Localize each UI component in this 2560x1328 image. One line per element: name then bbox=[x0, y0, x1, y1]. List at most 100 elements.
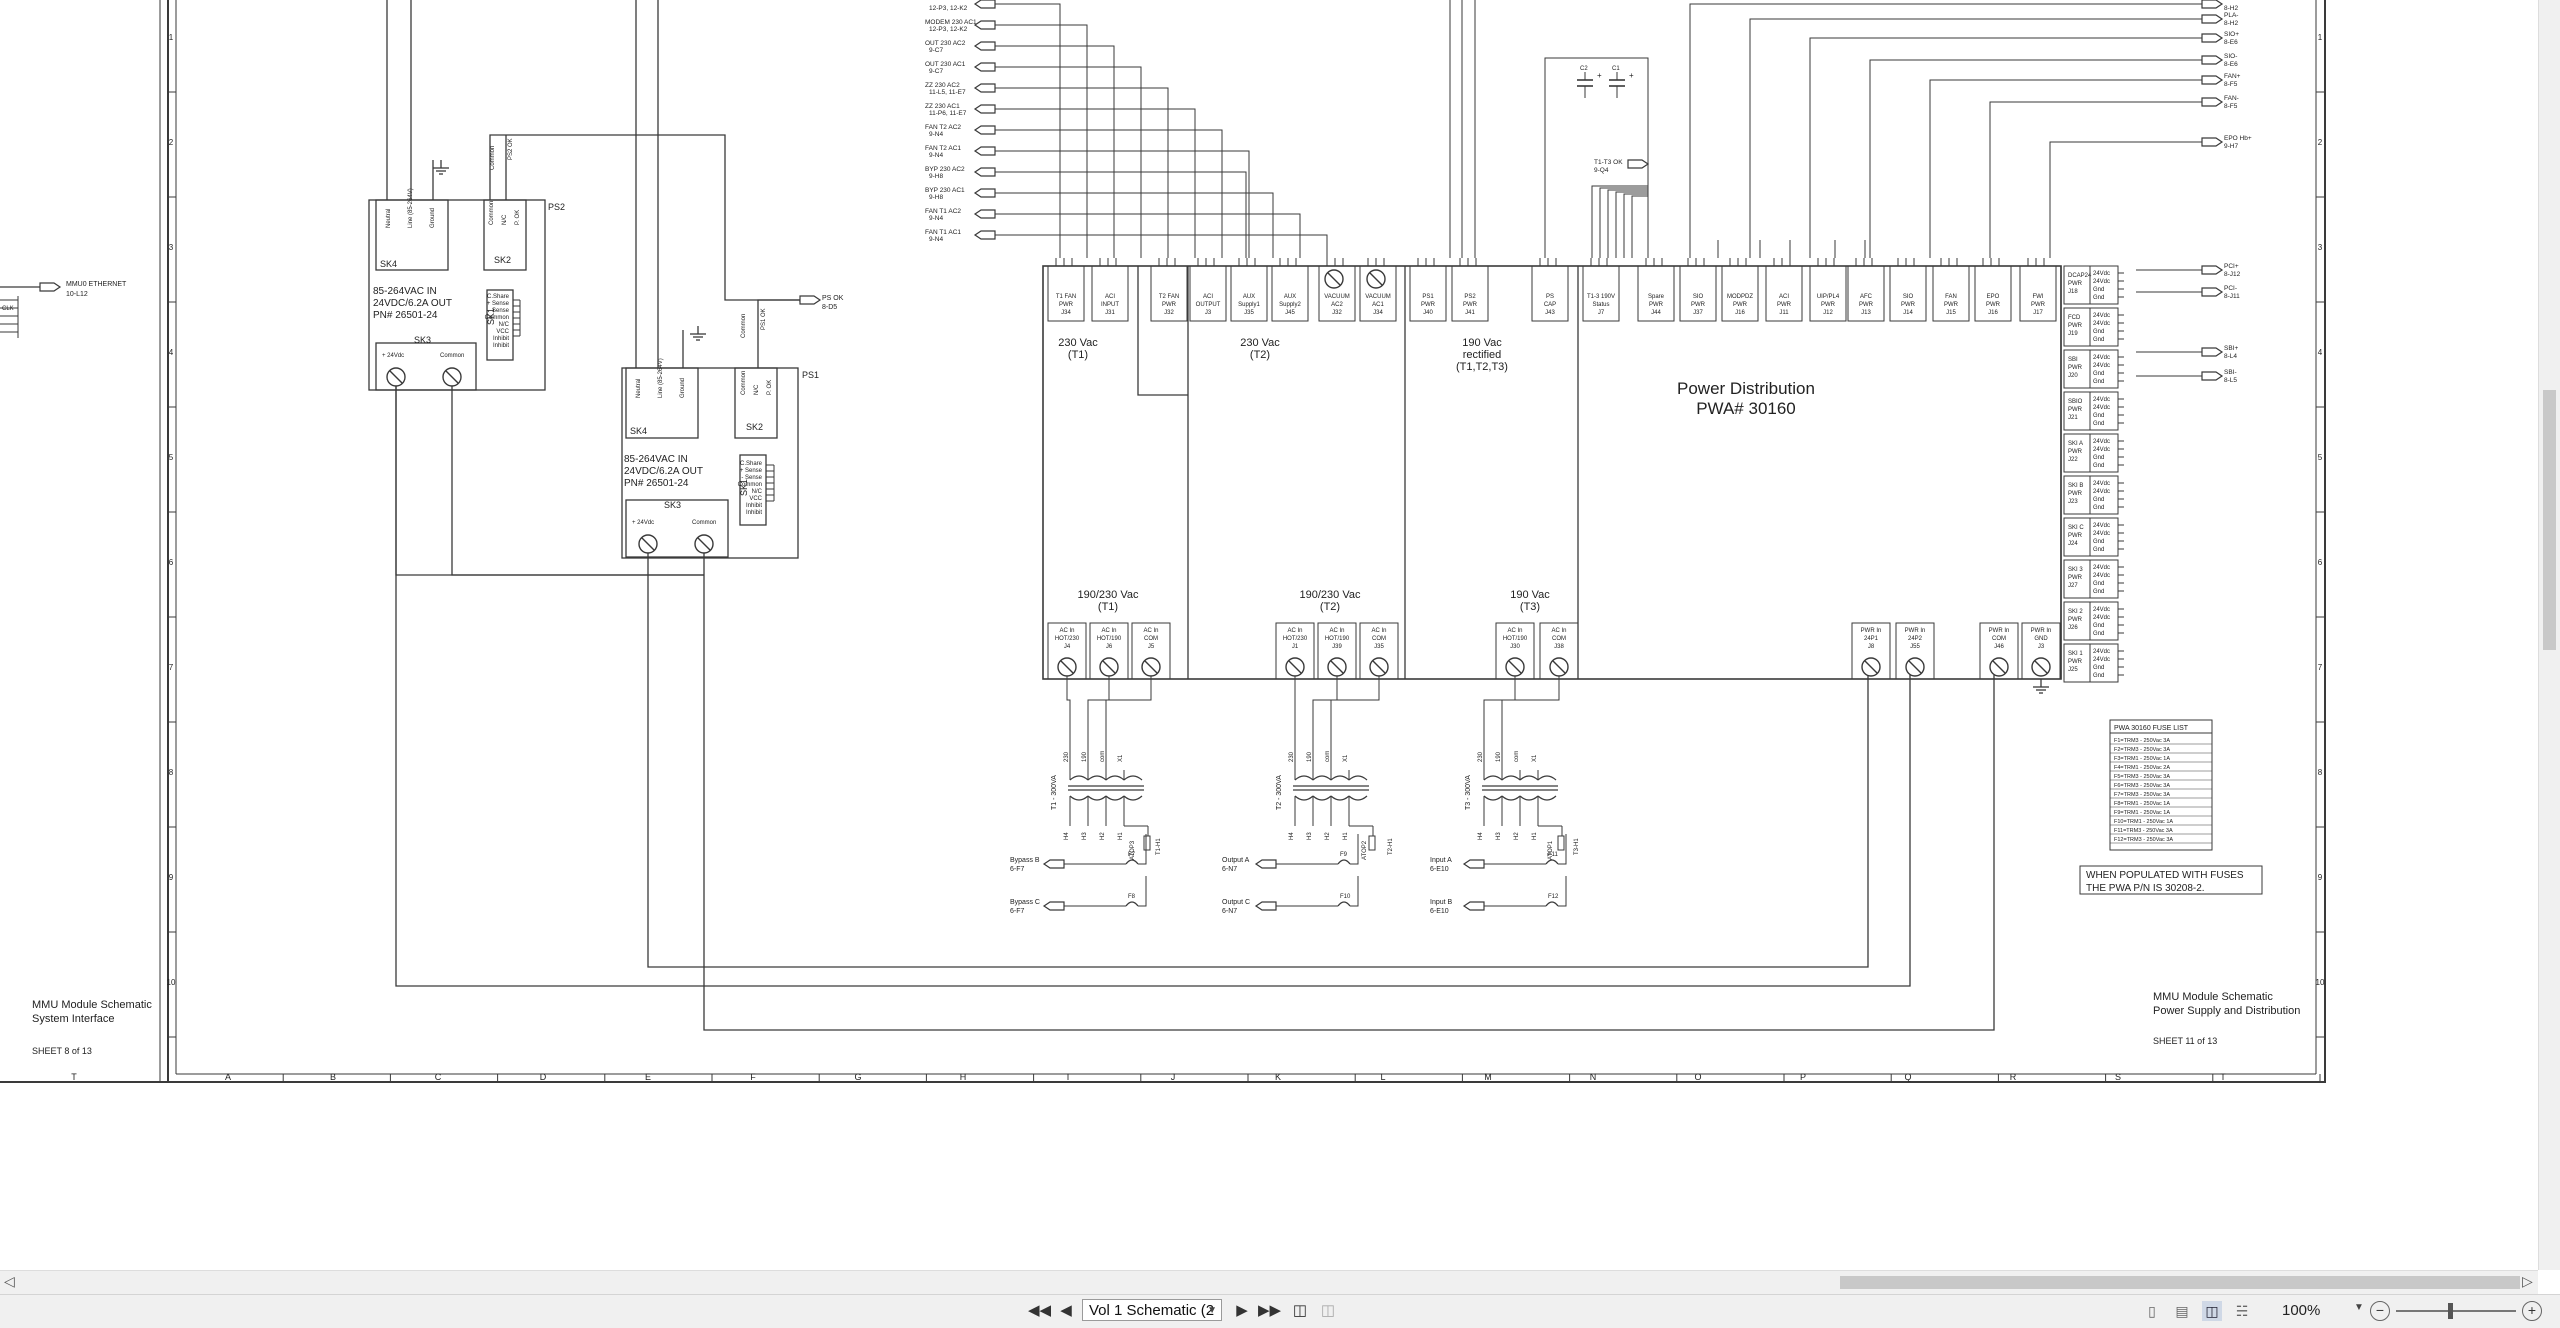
right-connector-icon bbox=[2201, 33, 2224, 43]
continuous-view-icon[interactable]: ▤ bbox=[2172, 1301, 2192, 1321]
top-header-name: FWI bbox=[2033, 294, 2044, 300]
top-header-ref: J13 bbox=[1861, 310, 1871, 316]
top-header-sub: OUTPUT bbox=[1196, 302, 1221, 308]
zoom-level[interactable]: 100% bbox=[2282, 1302, 2320, 1319]
top-header-name: ACI bbox=[1105, 294, 1115, 300]
t1t3-ok-connector-icon bbox=[1627, 159, 1650, 169]
right-label: EPO Hb+ bbox=[2224, 135, 2252, 142]
ps1-ref: PS1 bbox=[802, 370, 819, 380]
split-view-icon[interactable]: ◫ bbox=[1290, 1301, 1310, 1321]
ps1-out-pos: + 24Vdc bbox=[632, 520, 654, 526]
two-page-view-icon[interactable]: ◫ bbox=[2202, 1301, 2222, 1321]
signal-ref: 9-N4 bbox=[929, 236, 943, 243]
document-canvas[interactable]: A B C D E F G H I J K L M N O P Q R S T T 1 1 2 2 3 3 4 4 5 5 6 6 7 7 8 8 9 9 1… bbox=[0, 0, 2560, 1270]
fuse-icon bbox=[1545, 901, 1559, 907]
zone-number-right: 2 bbox=[2318, 138, 2323, 147]
ps1-common-label: Common bbox=[741, 314, 747, 338]
ps2-common-label: Common bbox=[490, 146, 496, 170]
top-header-sub: INPUT bbox=[1101, 302, 1119, 308]
signal-wire bbox=[995, 87, 1169, 258]
last-page-icon[interactable]: ▶▶ bbox=[1258, 1301, 1281, 1321]
right-label: SIO+ bbox=[2224, 31, 2239, 38]
voltage-label: 190 Vac bbox=[1462, 337, 1502, 349]
fuse-note-line1: WHEN POPULATED WITH FUSES bbox=[2086, 870, 2244, 881]
top-header-sub: Supply1 bbox=[1238, 302, 1260, 308]
side-header-sub: PWR bbox=[2068, 281, 2083, 287]
ethernet-label: MMU0 ETHERNET bbox=[66, 281, 127, 288]
bottom-term-name: AC In bbox=[1551, 628, 1566, 634]
top-header-sub: PWR bbox=[1859, 302, 1874, 308]
prev-page-icon[interactable]: ◀ bbox=[1056, 1301, 1076, 1321]
pd-pwa: PWA# 30160 bbox=[1696, 399, 1796, 418]
input-connector-icon bbox=[1462, 859, 1485, 869]
zoom-in-icon[interactable]: + bbox=[2522, 1301, 2542, 1321]
primary-coil bbox=[1519, 775, 1539, 781]
bottom-term-name: PWR In bbox=[2031, 628, 2052, 634]
document-selector[interactable]: Vol 1 Schematic (2 ▼ bbox=[1082, 1299, 1222, 1321]
book-view-icon[interactable]: ☵ bbox=[2232, 1301, 2252, 1321]
ps1-desc: PN# 26501-24 bbox=[624, 478, 689, 489]
side-header-ref: J24 bbox=[2068, 541, 2078, 547]
transformer-name: T3 - 300VA bbox=[1465, 775, 1472, 810]
bottom-term-ref: J35 bbox=[1374, 644, 1384, 650]
signal-connector-icon bbox=[973, 230, 996, 240]
right-connector-icon bbox=[2201, 137, 2224, 147]
side-pin-label: 24Vdc bbox=[2093, 565, 2110, 571]
zoom-out-icon[interactable]: − bbox=[2370, 1301, 2390, 1321]
ps1-sk1-pin: + Sense bbox=[740, 468, 763, 474]
primary-pin-label: 190 bbox=[1082, 751, 1088, 762]
ps2-sk2-pin: N/C bbox=[502, 214, 508, 225]
ps2-sk1-pin: - Sense bbox=[488, 308, 509, 314]
single-page-view-icon[interactable]: ▯ bbox=[2142, 1301, 2162, 1321]
scroll-left-arrow-icon[interactable]: ◁ bbox=[4, 1273, 15, 1290]
first-page-icon[interactable]: ◀◀ bbox=[1028, 1301, 1051, 1321]
vertical-scroll-thumb[interactable] bbox=[2543, 390, 2556, 650]
zoom-slider-thumb[interactable] bbox=[2448, 1303, 2453, 1319]
primary-pin-label: com bbox=[1514, 751, 1520, 762]
horizontal-scrollbar[interactable]: ◁ ▷ bbox=[0, 1270, 2538, 1295]
zone-letter: F bbox=[750, 1072, 756, 1082]
side-pin-label: Gnd bbox=[2093, 581, 2104, 587]
wire bbox=[1558, 876, 1567, 907]
signal-name: BYP 230 AC1 bbox=[925, 187, 965, 194]
primary-wire bbox=[1501, 676, 1560, 770]
zone-letter: J bbox=[1171, 1072, 1176, 1082]
primary-coil bbox=[1105, 775, 1125, 781]
horizontal-scroll-thumb[interactable] bbox=[1840, 1276, 2520, 1289]
side-header-name: DCAP24 bbox=[2068, 273, 2092, 279]
signal-wire bbox=[995, 129, 1223, 258]
zoom-dropdown-icon[interactable]: ▼ bbox=[2354, 1302, 2364, 1313]
top-header-sub: PWR bbox=[2031, 302, 2046, 308]
zoom-slider[interactable] bbox=[2396, 1310, 2516, 1312]
signal-ref: 9-N4 bbox=[929, 131, 943, 138]
bottom-term-ref: J30 bbox=[1510, 644, 1520, 650]
right-connector-icon bbox=[2201, 371, 2224, 381]
signal-connector-icon bbox=[973, 83, 996, 93]
fuse-label: F9 bbox=[1340, 852, 1348, 858]
side-pin-label: Gnd bbox=[2093, 631, 2104, 637]
status-bar: ◀◀ ◀ Vol 1 Schematic (2 ▼ ▶ ▶▶ ◫ ◫ ▯ ▤ ◫ … bbox=[0, 1294, 2560, 1328]
top-header-sub: PWR bbox=[1733, 302, 1748, 308]
top-header-ref: J17 bbox=[2033, 310, 2043, 316]
side-pin-label: 24Vdc bbox=[2093, 481, 2110, 487]
input-connector-icon bbox=[1254, 859, 1277, 869]
side-header-sub: PWR bbox=[2068, 533, 2083, 539]
ps1-desc: 24VDC/6.2A OUT bbox=[624, 466, 703, 477]
side-pin-label: 24Vdc bbox=[2093, 313, 2110, 319]
next-page-icon[interactable]: ▶ bbox=[1232, 1301, 1252, 1321]
secondary-pin-label: H4 bbox=[1478, 832, 1484, 840]
zone-letter: P bbox=[1800, 1072, 1806, 1082]
thermal-switch bbox=[1557, 835, 1565, 851]
signal-connector-icon bbox=[973, 0, 996, 9]
signal-connector-icon bbox=[973, 167, 996, 177]
scroll-right-arrow-icon[interactable]: ▷ bbox=[2522, 1273, 2533, 1290]
ps1-out-neg: Common bbox=[692, 520, 716, 526]
secondary-coil bbox=[1348, 795, 1368, 801]
vertical-scrollbar[interactable] bbox=[2538, 0, 2560, 1270]
cap-label: C1 bbox=[1612, 66, 1620, 72]
side-pin-label: Gnd bbox=[2093, 497, 2104, 503]
side-pin-label: 24Vdc bbox=[2093, 657, 2110, 663]
side-pin-label: Gnd bbox=[2093, 413, 2104, 419]
side-pin-label: 24Vdc bbox=[2093, 615, 2110, 621]
primary-coil bbox=[1348, 775, 1368, 781]
